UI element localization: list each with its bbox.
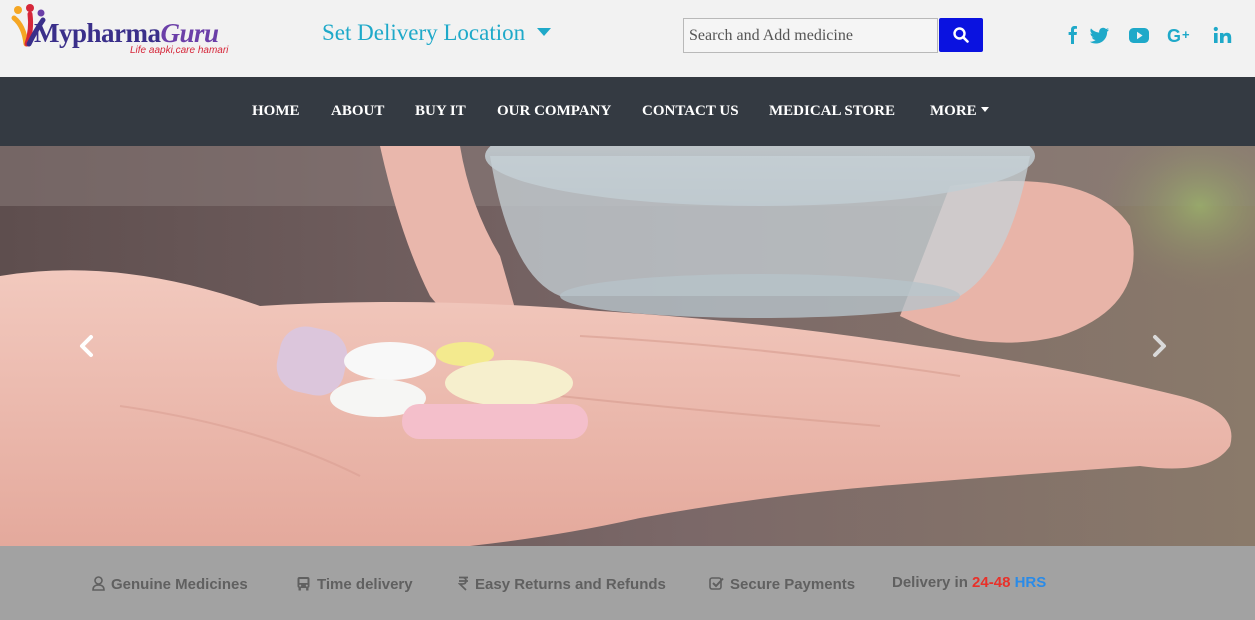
feature-label: Easy Returns and Refunds [475, 576, 666, 593]
feature-easy-returns: Easy Returns and Refunds [457, 576, 666, 593]
search-icon [953, 27, 969, 43]
set-delivery-location-dropdown[interactable]: Set Delivery Location [322, 20, 552, 46]
caret-down-icon [980, 107, 989, 113]
check-square-icon [709, 577, 724, 590]
delivery-prefix: Delivery in [892, 574, 968, 591]
main-nav: HOME ABOUT BUY IT OUR COMPANY CONTACT US… [0, 77, 1255, 146]
delivery-location-label: Set Delivery Location [322, 20, 526, 45]
feature-genuine-medicines: Genuine Medicines [92, 576, 248, 593]
svg-text:+: + [1182, 27, 1190, 42]
google-plus-icon[interactable]: G + [1167, 22, 1195, 48]
logo-tagline: Life aapki,care hamari [130, 45, 229, 56]
linkedin-icon[interactable] [1213, 22, 1233, 48]
facebook-icon[interactable] [1066, 22, 1078, 48]
feature-label: Time delivery [317, 576, 413, 593]
feature-label: Secure Payments [730, 576, 856, 593]
search-button[interactable] [939, 18, 983, 52]
medicine-search-input[interactable] [683, 18, 938, 53]
nav-more-label: MORE [930, 103, 977, 119]
bus-icon [297, 577, 310, 591]
feature-label: Genuine Medicines [111, 576, 248, 593]
delivery-hours-notice: Delivery in 24-48 HRS [892, 574, 1046, 591]
hero-image-pills-in-hand [0, 146, 1255, 546]
nav-item-about[interactable]: ABOUT [331, 103, 384, 120]
top-header: MypharmaGuru Life aapki,care hamari Set … [0, 0, 1255, 77]
nav-item-more[interactable]: MORE [930, 103, 989, 120]
nav-item-contact-us[interactable]: CONTACT US [642, 103, 739, 120]
rupee-icon [457, 576, 468, 591]
site-logo[interactable]: MypharmaGuru Life aapki,care hamari [10, 4, 250, 64]
hero-carousel [0, 146, 1255, 546]
feature-time-delivery: Time delivery [296, 576, 413, 593]
nav-item-buy-it[interactable]: BUY IT [415, 103, 466, 120]
carousel-next-chevron-right-icon[interactable] [1144, 331, 1174, 361]
delivery-hours-range: 24-48 [972, 574, 1011, 591]
svg-text:G: G [1167, 26, 1181, 46]
caret-down-icon [537, 27, 552, 36]
features-strip: Genuine Medicines Time delivery Easy Ret… [0, 546, 1255, 620]
nav-item-our-company[interactable]: OUR COMPANY [497, 103, 611, 120]
youtube-icon[interactable] [1128, 22, 1150, 48]
user-icon [92, 576, 105, 591]
delivery-hours-unit: HRS [1014, 574, 1047, 591]
logo-accent-text: Guru [160, 18, 220, 48]
nav-item-medical-store[interactable]: MEDICAL STORE [769, 103, 895, 120]
feature-secure-payments: Secure Payments [709, 576, 855, 593]
nav-item-home[interactable]: HOME [252, 103, 300, 120]
logo-main-text: Mypharma [34, 18, 161, 48]
carousel-prev-chevron-left-icon[interactable] [72, 331, 102, 361]
twitter-icon[interactable] [1090, 22, 1110, 48]
